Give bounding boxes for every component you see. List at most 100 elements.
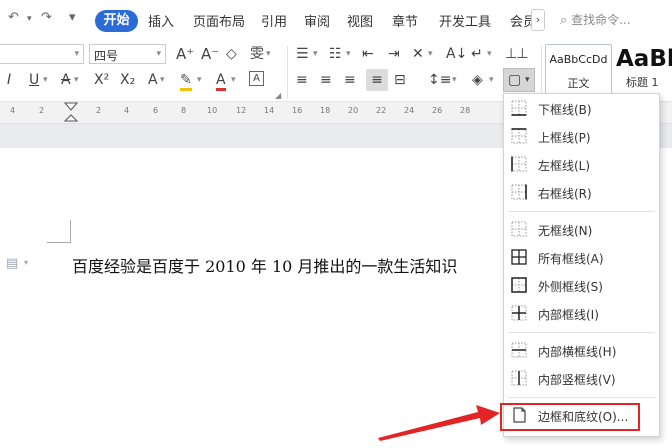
chevron-down-icon: ▾	[346, 49, 351, 59]
tab-member[interactable]: 会员	[510, 11, 532, 30]
clear-format-icon[interactable]: ◇	[226, 45, 237, 63]
menu-item-label: 内部横框线(H)	[538, 345, 617, 359]
increase-indent-icon[interactable]: ⇥	[388, 45, 400, 63]
margin-corner-mark	[70, 220, 71, 242]
indent-marker-icon[interactable]	[64, 102, 78, 124]
tab-scroll-right-button[interactable]: ›	[531, 9, 545, 31]
menu-item-left-border[interactable]: 左框线(L)	[504, 152, 659, 178]
highlight-box	[500, 403, 640, 431]
show-marks-icon[interactable]: ↵	[471, 45, 483, 63]
tab-review[interactable]: 审阅	[304, 11, 330, 30]
chevron-down-icon: ▾	[197, 75, 202, 85]
font-color-icon[interactable]: A	[216, 71, 226, 91]
ruler-number: 4	[10, 106, 16, 115]
undo-dropdown-icon[interactable]: ▾	[27, 14, 32, 24]
numbered-list-icon[interactable]: ☷	[329, 45, 342, 63]
menu-divider	[508, 397, 655, 398]
tab-references[interactable]: 引用	[261, 11, 287, 30]
menu-item-label: 外侧框线(S)	[538, 280, 603, 294]
distribute-icon[interactable]: ⊟	[394, 71, 406, 89]
chevron-down-icon: ▾	[74, 75, 79, 85]
style-heading-1[interactable]: AaBb 标题 1	[614, 44, 672, 94]
style-normal[interactable]: AaBbCcDd 正文	[545, 44, 612, 94]
menu-item-label: 内部竖框线(V)	[538, 373, 616, 387]
outside-borders-icon	[511, 277, 527, 293]
left-border-icon	[511, 156, 527, 172]
menu-item-inside-borders[interactable]: 内部框线(I)	[504, 301, 659, 327]
border-dropdown-menu: 下框线(B) 上框线(P) 左框线(L) 右框线(R) 无框线(N) 所有框线(…	[503, 93, 660, 437]
char-border-icon[interactable]: A	[249, 71, 264, 86]
border-icon: ▢	[508, 72, 522, 88]
decrease-indent-icon[interactable]: ⇤	[362, 45, 374, 63]
align-right-icon[interactable]: ≡	[344, 71, 356, 89]
font-size-value: 四号	[94, 49, 119, 63]
border-button[interactable]: ▢ ▾	[503, 68, 535, 92]
menu-item-label: 上框线(P)	[538, 131, 591, 145]
font-size-select[interactable]: 四号 ▾	[89, 44, 166, 64]
tab-developer[interactable]: 开发工具	[439, 11, 491, 30]
ruler-number: 14	[264, 106, 275, 115]
italic-icon[interactable]: I	[7, 71, 11, 89]
highlight-icon[interactable]: ✎	[180, 71, 192, 91]
line-spacing-icon[interactable]: ↕≡	[428, 71, 451, 89]
ruler-number: 2	[96, 106, 102, 115]
superscript-icon[interactable]: X²	[94, 71, 109, 89]
menu-item-top-border[interactable]: 上框线(P)	[504, 124, 659, 150]
chevron-down-icon: ▾	[74, 49, 79, 59]
align-left-icon[interactable]: ≡	[296, 71, 308, 89]
menu-item-outside-borders[interactable]: 外侧框线(S)	[504, 273, 659, 299]
align-center-icon[interactable]: ≡	[320, 71, 332, 89]
menu-item-all-borders[interactable]: 所有框线(A)	[504, 245, 659, 271]
font-name-select[interactable]: ▾	[0, 44, 84, 64]
tab-chapter[interactable]: 章节	[392, 11, 418, 30]
underline-icon[interactable]: U	[29, 71, 39, 89]
tab-page-layout[interactable]: 页面布局	[193, 11, 245, 30]
menu-item-label: 下框线(B)	[538, 103, 592, 117]
phonetic-icon[interactable]: 雯	[250, 45, 264, 63]
chevron-down-icon: ▾	[24, 258, 29, 267]
bullet-list-icon[interactable]: ☰	[296, 45, 309, 63]
tab-stops-icon[interactable]: ⊥⊥	[505, 45, 528, 63]
redo-icon[interactable]: ↷	[41, 10, 52, 25]
sort-icon[interactable]: A↓	[446, 45, 467, 63]
justify-icon[interactable]: ≡	[366, 69, 388, 91]
style-normal-preview: AaBbCcDd	[549, 53, 608, 66]
menu-item-right-border[interactable]: 右框线(R)	[504, 180, 659, 206]
paragraph-handle-icon[interactable]: ▤	[6, 256, 18, 271]
inside-vertical-border-icon	[511, 370, 527, 386]
menu-item-label: 左框线(L)	[538, 159, 591, 173]
menu-item-bottom-border[interactable]: 下框线(B)	[504, 96, 659, 122]
ruler-number: 12	[236, 106, 247, 115]
strikethrough-icon[interactable]: A	[61, 71, 71, 89]
no-border-icon	[511, 221, 527, 237]
menu-item-label: 所有框线(A)	[538, 252, 604, 266]
search-input[interactable]: 查找命令...	[571, 13, 630, 27]
undo-icon[interactable]: ↶	[8, 10, 19, 25]
ruler-number: 6	[153, 106, 159, 115]
text-effect-icon[interactable]: A	[148, 71, 158, 89]
top-border-icon	[511, 128, 527, 144]
document-text[interactable]: 百度经验是百度于 2010 年 10 月推出的一款生活知识	[72, 253, 504, 277]
grow-font-icon[interactable]: A⁺	[176, 45, 194, 63]
chevron-down-icon: ▾	[525, 75, 530, 85]
tab-home[interactable]: 开始	[95, 10, 138, 32]
search-command[interactable]: ⌕ 查找命令...	[560, 11, 631, 28]
menu-item-label: 无框线(N)	[538, 224, 593, 238]
subscript-icon[interactable]: X₂	[120, 71, 135, 89]
shrink-font-icon[interactable]: A⁻	[201, 45, 219, 63]
chevron-down-icon: ▾	[156, 49, 161, 59]
style-heading-preview: AaBb	[616, 46, 672, 72]
ruler-number: 4	[124, 106, 130, 115]
customize-toolbar-icon[interactable]: ▾	[69, 10, 76, 25]
tab-insert[interactable]: 插入	[148, 11, 174, 30]
tab-view[interactable]: 视图	[347, 11, 373, 30]
style-heading-label: 标题 1	[626, 76, 659, 89]
menu-item-inside-horizontal-border[interactable]: 内部横框线(H)	[504, 338, 659, 364]
menu-item-label: 内部框线(I)	[538, 308, 599, 322]
menu-item-no-border[interactable]: 无框线(N)	[504, 217, 659, 243]
menu-item-inside-vertical-border[interactable]: 内部竖框线(V)	[504, 366, 659, 392]
chinese-layout-icon[interactable]: ✕	[412, 45, 424, 63]
shading-icon[interactable]: ◈	[472, 71, 483, 89]
margin-corner-mark	[47, 242, 71, 243]
ruler-number: 20	[348, 106, 359, 115]
